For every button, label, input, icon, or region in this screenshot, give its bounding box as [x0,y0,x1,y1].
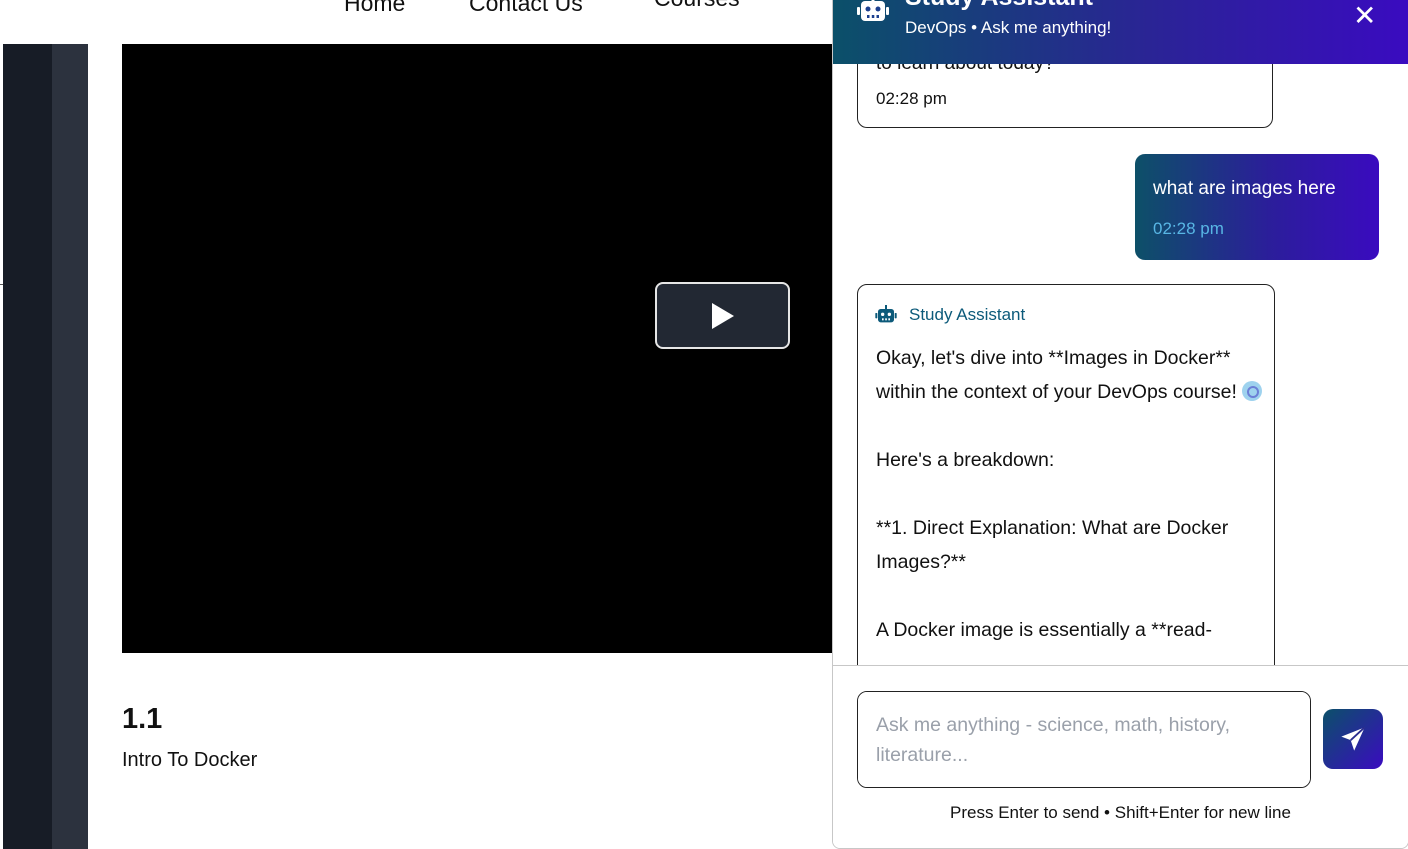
user-message: what are images here 02:28 pm [1135,154,1379,260]
play-icon [712,303,734,329]
chat-header: Study Assistant DevOps • Ask me anything… [833,0,1408,64]
assistant-message: Study Assistant Okay, let's dive into **… [857,284,1275,665]
lesson-title: Intro To Docker [122,749,258,771]
video-player[interactable] [122,44,833,653]
nav-contact-link[interactable]: Contact Us [469,0,583,17]
message-time: 02:28 pm [1153,219,1224,238]
send-icon [1341,726,1366,751]
sender-name: Study Assistant [909,305,1026,324]
message-paragraph: Okay, let's dive into **Images in Docker… [876,347,1243,403]
message-time: 02:28 pm [876,89,947,108]
snail-emoji-icon [1242,381,1263,401]
message-paragraph: A Docker image is essentially a **read- [876,619,1212,641]
message-paragraph: **1. Direct Explanation: What are Docker… [876,517,1229,573]
message-body: Okay, let's dive into **Images in Docker… [876,341,1266,647]
send-button[interactable] [1323,709,1383,769]
message-list[interactable]: to learn about today? 02:28 pm what are … [833,64,1408,665]
sidebar-panel [52,44,88,849]
chat-title: Study Assistant [905,0,1093,12]
message-text: what are images here [1153,178,1336,199]
assistant-message: to learn about today? 02:28 pm [857,64,1273,128]
top-nav: Home Contact Us Courses [0,0,832,44]
lesson-number: 1.1 [122,703,163,735]
input-hint: Press Enter to send • Shift+Enter for ne… [950,803,1291,822]
nav-home-link[interactable]: Home [344,0,405,17]
sidebar-rail [3,44,52,849]
chat-panel: Study Assistant DevOps • Ask me anything… [832,0,1408,849]
play-button[interactable] [655,282,790,349]
robot-icon [857,0,889,21]
chat-footer: Press Enter to send • Shift+Enter for ne… [833,665,1408,848]
chat-input[interactable] [857,691,1311,788]
robot-icon [875,305,897,323]
message-text: to learn about today? [876,64,1055,75]
message-paragraph: Here's a breakdown: [876,449,1055,471]
chat-subtitle: DevOps • Ask me anything! [905,18,1112,37]
nav-courses-link[interactable]: Courses [654,0,740,12]
close-icon[interactable]: ✕ [1353,0,1376,32]
